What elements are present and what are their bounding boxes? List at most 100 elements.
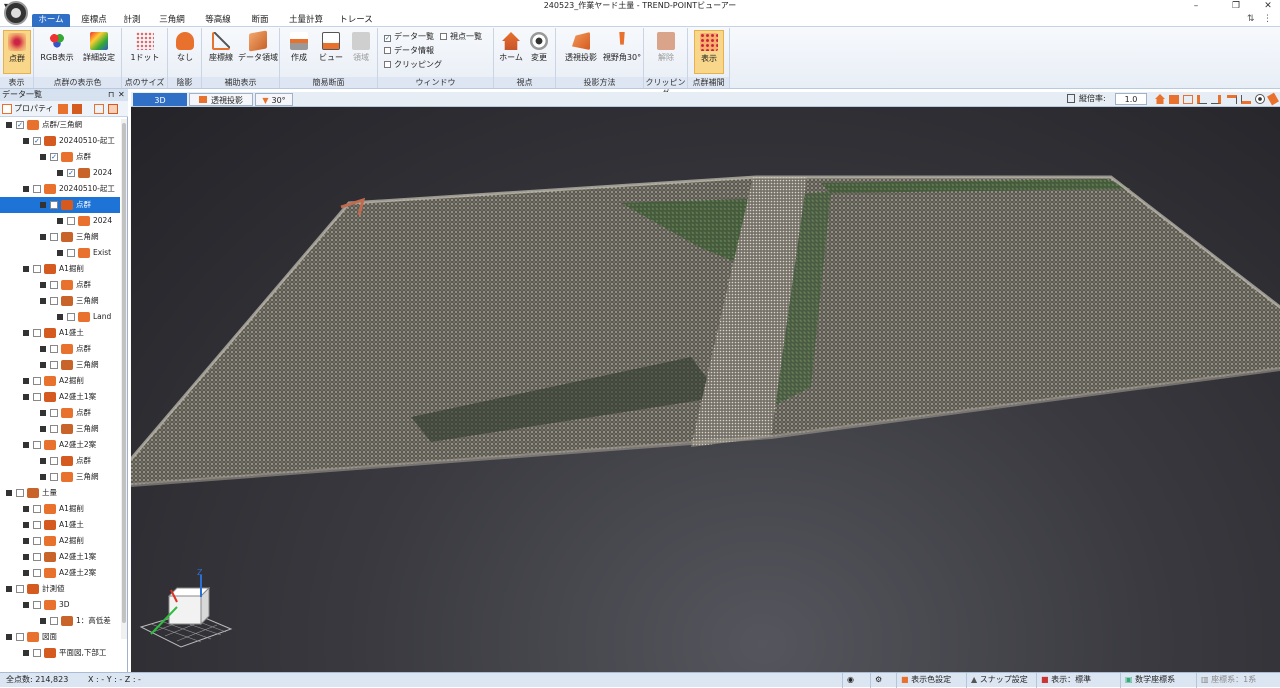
tree-checkbox[interactable]: [50, 233, 58, 241]
tree-checkbox[interactable]: [16, 633, 24, 641]
coord-line-button[interactable]: 座標線: [204, 30, 238, 74]
tree-checkbox[interactable]: [33, 569, 41, 577]
minimize-icon[interactable]: –: [1186, 0, 1206, 12]
expand-toggle-icon[interactable]: [23, 602, 29, 608]
tree-row[interactable]: A2盛土1案: [0, 389, 120, 405]
viewpoint-icon[interactable]: [1255, 94, 1265, 104]
tree-row[interactable]: 三角網: [0, 469, 120, 485]
point-size-button[interactable]: 1ドット: [126, 30, 164, 74]
tree-checkbox[interactable]: [33, 649, 41, 657]
expand-toggle-icon[interactable]: [6, 122, 12, 128]
data-info-checkbox[interactable]: データ情報: [384, 46, 434, 56]
rgb-display-button[interactable]: RGB表示: [38, 30, 76, 74]
collapse-icon[interactable]: [108, 104, 118, 114]
clipping-checkbox[interactable]: クリッピング: [384, 60, 442, 70]
expand-toggle-icon[interactable]: [23, 522, 29, 528]
options-icon[interactable]: ⋮: [1263, 14, 1272, 24]
tree-checkbox[interactable]: [33, 441, 41, 449]
perspective-button[interactable]: 透視投影: [560, 30, 602, 74]
tree-row[interactable]: ✓ 点群: [0, 149, 120, 165]
point-cloud-canvas[interactable]: Z: [131, 107, 1280, 672]
home-view-button[interactable]: ホーム: [496, 30, 526, 74]
tree-checkbox[interactable]: [50, 473, 58, 481]
expand-toggle-icon[interactable]: [40, 346, 46, 352]
tree-checkbox[interactable]: [50, 617, 58, 625]
data-list-checkbox[interactable]: ✓ データ一覧: [384, 32, 434, 42]
detail-settings-button[interactable]: 詳細設定: [80, 30, 118, 74]
tree-row[interactable]: ✓ 2024: [0, 165, 120, 181]
tab-section[interactable]: 断面: [244, 14, 276, 27]
scrollbar-thumb[interactable]: [122, 123, 126, 623]
expand-toggle-icon[interactable]: [6, 490, 12, 496]
properties-icon[interactable]: [2, 104, 12, 114]
bottom-view-icon[interactable]: [1241, 95, 1251, 104]
gear-icon[interactable]: ⚙: [870, 673, 894, 688]
clipping-release-button[interactable]: 解除: [648, 30, 684, 74]
expand-toggle-icon[interactable]: [23, 394, 29, 400]
tree-checkbox[interactable]: [33, 601, 41, 609]
expand-toggle-icon[interactable]: [57, 218, 63, 224]
expand-toggle-icon[interactable]: [40, 410, 46, 416]
tree-checkbox[interactable]: ✓: [16, 121, 24, 129]
viewpoint-list-checkbox[interactable]: 視点一覧: [440, 32, 482, 42]
coord-system-number[interactable]: ▥ 座標系：1系: [1196, 673, 1280, 688]
tree-checkbox[interactable]: [33, 329, 41, 337]
tree-checkbox[interactable]: [50, 281, 58, 289]
tree-checkbox[interactable]: [67, 249, 75, 257]
tree-checkbox[interactable]: [33, 377, 41, 385]
tree-row[interactable]: 点群: [0, 405, 120, 421]
expand-toggle-icon[interactable]: [40, 458, 46, 464]
expand-toggle-icon[interactable]: [23, 266, 29, 272]
expand-toggle-icon[interactable]: [40, 426, 46, 432]
expand-toggle-icon[interactable]: [6, 634, 12, 640]
expand-toggle-icon[interactable]: [23, 506, 29, 512]
tree-row[interactable]: 図面: [0, 629, 120, 645]
tree-checkbox[interactable]: [33, 521, 41, 529]
tree-checkbox[interactable]: [33, 393, 41, 401]
section-area-button[interactable]: 領域: [346, 30, 376, 74]
tree-row[interactable]: 3D: [0, 597, 120, 613]
tree-scrollbar[interactable]: [121, 119, 127, 639]
tab-earthwork[interactable]: 土量計算: [282, 14, 330, 27]
tab-coordinate-points[interactable]: 座標点: [74, 14, 114, 27]
tree-checkbox[interactable]: [50, 297, 58, 305]
tree-row[interactable]: A1掘削: [0, 501, 120, 517]
top-view-icon[interactable]: [1169, 95, 1179, 104]
tree-row[interactable]: 点群: [0, 277, 120, 293]
tree-row[interactable]: A2盛土1案: [0, 549, 120, 565]
tree-row[interactable]: 20240510-起工: [0, 181, 120, 197]
expand-toggle-icon[interactable]: [40, 202, 46, 208]
section-view-button[interactable]: ビュー: [316, 30, 346, 74]
tree-checkbox[interactable]: ✓: [50, 153, 58, 161]
expand-icon[interactable]: [94, 104, 104, 114]
tree-checkbox[interactable]: [67, 313, 75, 321]
expand-toggle-icon[interactable]: [23, 442, 29, 448]
change-view-button[interactable]: 変更: [524, 30, 554, 74]
interp-show-button[interactable]: 表示: [694, 30, 724, 74]
color-setting-button[interactable]: ■ 表示色設定: [896, 673, 966, 688]
home-view-icon[interactable]: [1155, 94, 1165, 104]
tree-checkbox[interactable]: [50, 345, 58, 353]
fov-button[interactable]: 視野角30°: [602, 30, 642, 74]
tool-icon[interactable]: [1267, 92, 1279, 106]
tree-checkbox[interactable]: [50, 457, 58, 465]
expand-toggle-icon[interactable]: [23, 138, 29, 144]
expand-toggle-icon[interactable]: [57, 170, 63, 176]
tree-row[interactable]: 2024: [0, 213, 120, 229]
tab-home[interactable]: ホーム: [32, 14, 70, 27]
tree-checkbox[interactable]: [50, 409, 58, 417]
tree-checkbox[interactable]: ✓: [67, 169, 75, 177]
coord-system-button[interactable]: ▣ 数学座標系: [1120, 673, 1196, 688]
vertical-scale-input[interactable]: 1.0: [1115, 93, 1147, 105]
expand-toggle-icon[interactable]: [40, 154, 46, 160]
tree-tool-icon-2[interactable]: [72, 104, 82, 114]
right-view-icon[interactable]: [1211, 95, 1221, 104]
tree-checkbox[interactable]: [16, 585, 24, 593]
expand-toggle-icon[interactable]: [40, 282, 46, 288]
tab-measure[interactable]: 計測: [116, 14, 148, 27]
tree-checkbox[interactable]: [67, 217, 75, 225]
expand-toggle-icon[interactable]: [40, 298, 46, 304]
tree-tool-icon[interactable]: [58, 104, 68, 114]
close-icon[interactable]: ✕: [1258, 0, 1278, 12]
tree-row[interactable]: 点群: [0, 341, 120, 357]
